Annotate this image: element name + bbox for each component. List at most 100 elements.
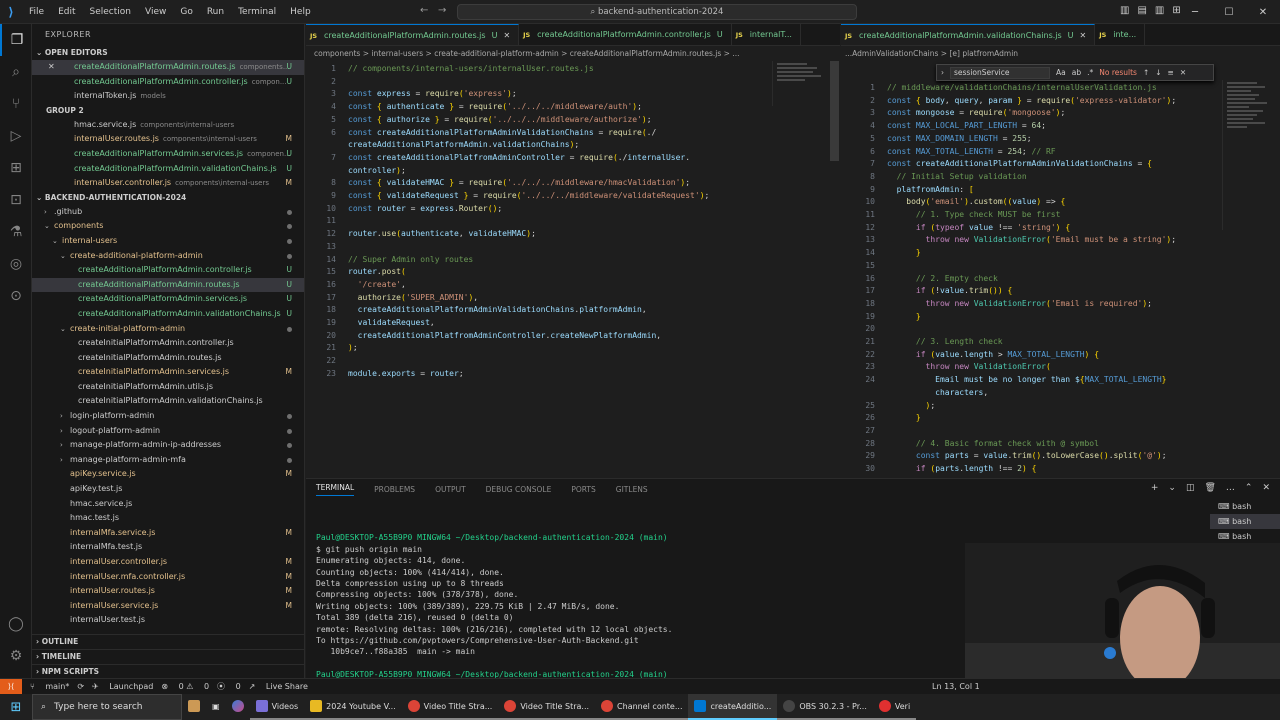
- ports-status[interactable]: ⦿ 0: [217, 681, 241, 692]
- taskbar-chrome-2[interactable]: Video Title Stra...: [498, 694, 596, 720]
- nav-arrows[interactable]: ← →: [420, 5, 446, 16]
- close-window-icon[interactable]: ✕: [1246, 7, 1280, 18]
- remote-indicator-icon[interactable]: ⟩⟨: [0, 678, 22, 695]
- panel-tab[interactable]: TERMINAL: [316, 483, 355, 496]
- maximize-panel-icon[interactable]: ⌃: [1245, 483, 1253, 493]
- find-widget[interactable]: › sessionService Aa ab .* No results ↑ ↓…: [936, 64, 1214, 81]
- docker-icon[interactable]: ⊙: [0, 280, 32, 312]
- file-item[interactable]: internalMfa.service.js M: [32, 526, 304, 541]
- taskbar-copilot-icon[interactable]: [226, 694, 250, 720]
- taskbar-widget-icon[interactable]: [182, 694, 206, 720]
- menu-run[interactable]: Run: [200, 7, 231, 17]
- taskbar-vscode[interactable]: createAdditio...: [688, 694, 778, 720]
- file-item[interactable]: createAdditionalPlatformAdmin.validation…: [32, 307, 304, 322]
- open-editor-item[interactable]: internalToken.js models: [32, 89, 304, 104]
- code-editor-right[interactable]: 1 // middleware/validationChains/internal…: [845, 80, 1220, 476]
- npm-scripts-section[interactable]: › NPM SCRIPTS: [32, 664, 304, 678]
- menu-selection[interactable]: Selection: [83, 7, 138, 17]
- minimize-icon[interactable]: ─: [1178, 7, 1212, 18]
- terminal-instance[interactable]: ⌨ bash: [1210, 514, 1280, 529]
- folder-item[interactable]: › login-platform-admin: [32, 409, 304, 424]
- file-item[interactable]: createInitialPlatformAdmin.validationCha…: [32, 394, 304, 409]
- trash-icon[interactable]: 🗑: [1204, 483, 1215, 493]
- whole-word-icon[interactable]: ab: [1072, 68, 1081, 77]
- testing-icon[interactable]: ⚗: [0, 216, 32, 248]
- code-editor-left[interactable]: 1 // components/internal-users/internalUs…: [306, 61, 828, 476]
- file-item[interactable]: internalUser.routes.js M: [32, 584, 304, 599]
- file-item[interactable]: apiKey.test.js: [32, 482, 304, 497]
- split-terminal-icon[interactable]: ◫: [1186, 483, 1195, 493]
- menu-help[interactable]: Help: [283, 7, 318, 17]
- panel-tab[interactable]: GITLENS: [616, 485, 648, 494]
- launchpad-status[interactable]: ✈ Launchpad: [92, 682, 153, 691]
- problems-status[interactable]: ⊗ 0 ⚠ 0: [161, 682, 209, 691]
- open-editor-item[interactable]: createAdditionalPlatformAdmin.validation…: [32, 162, 304, 177]
- file-item[interactable]: internalUser.service.js M: [32, 599, 304, 614]
- sync-icon[interactable]: ⟳: [77, 682, 84, 691]
- close-panel-icon[interactable]: ✕: [1262, 483, 1270, 493]
- file-item[interactable]: createAdditionalPlatformAdmin.controller…: [32, 263, 304, 278]
- taskbar-obs[interactable]: OBS 30.2.3 - Pr...: [777, 694, 873, 720]
- arrow-down-icon[interactable]: ↓: [1155, 68, 1161, 77]
- editor-tab[interactable]: JS inte...: [1095, 24, 1146, 45]
- run-debug-icon[interactable]: ▷: [0, 120, 32, 152]
- folder-item[interactable]: › manage-platform-admin-ip-addresses: [32, 438, 304, 453]
- file-item[interactable]: createInitialPlatformAdmin.controller.js: [32, 336, 304, 351]
- find-input[interactable]: sessionService: [950, 66, 1050, 79]
- command-center[interactable]: ⌕ backend-authentication-2024: [457, 4, 857, 20]
- back-arrow-icon[interactable]: ←: [420, 5, 428, 16]
- task-view-icon[interactable]: ▣: [206, 694, 226, 720]
- regex-icon[interactable]: .*: [1087, 68, 1093, 77]
- menu-edit[interactable]: Edit: [51, 7, 82, 17]
- live-share-status[interactable]: ↗ Live Share: [249, 682, 308, 691]
- editor-tab[interactable]: JS createAdditionalPlatformAdmin.controll…: [519, 24, 732, 45]
- open-editor-item[interactable]: internalUser.routes.js components\interna…: [32, 132, 304, 147]
- file-item[interactable]: hmac.test.js: [32, 511, 304, 526]
- toggle-sidebar-icon[interactable]: ▥: [1120, 5, 1129, 16]
- close-icon[interactable]: ✕: [1080, 31, 1087, 40]
- editor-tab[interactable]: JS createAdditionalPlatformAdmin.routes.j…: [306, 24, 520, 45]
- editor-tab[interactable]: JS internalT...: [732, 24, 801, 45]
- panel-tab[interactable]: PROBLEMS: [374, 485, 415, 494]
- windows-start-icon[interactable]: ⊞: [0, 700, 32, 715]
- more-icon[interactable]: …: [1226, 483, 1235, 493]
- window-controls[interactable]: ─ ☐ ✕: [1178, 0, 1280, 24]
- menu-icon[interactable]: ≡: [1168, 68, 1174, 77]
- extensions-icon[interactable]: ⊞: [0, 152, 32, 184]
- open-editor-item[interactable]: createAdditionalPlatformAdmin.controller…: [32, 75, 304, 90]
- panel-tab[interactable]: DEBUG CONSOLE: [486, 485, 552, 494]
- open-editor-item[interactable]: internalUser.controller.js components\int…: [32, 176, 304, 191]
- folder-item[interactable]: › manage-platform-admin-mfa: [32, 453, 304, 468]
- breadcrumb[interactable]: components > internal-users > create-add…: [314, 47, 834, 61]
- settings-gear-icon[interactable]: ⚙: [0, 640, 32, 672]
- gitlens-icon[interactable]: ◎: [0, 248, 32, 280]
- menu-file[interactable]: File: [22, 7, 51, 17]
- terminal-instance[interactable]: ⌨ bash: [1210, 529, 1280, 544]
- file-item[interactable]: internalMfa.test.js: [32, 540, 304, 555]
- open-editors-section[interactable]: ⌄ OPEN EDITORS: [32, 46, 304, 60]
- taskbar-chrome-3[interactable]: Channel conte...: [595, 694, 689, 720]
- toggle-panel-icon[interactable]: ▤: [1137, 5, 1146, 16]
- folder-item[interactable]: ⌄ create-additional-platform-admin: [32, 249, 304, 264]
- file-item[interactable]: internalUser.test.js: [32, 613, 304, 628]
- outline-section[interactable]: › OUTLINE: [32, 634, 304, 648]
- menu-go[interactable]: Go: [173, 7, 199, 17]
- menu-view[interactable]: View: [138, 7, 173, 17]
- file-item[interactable]: createInitialPlatformAdmin.utils.js: [32, 380, 304, 395]
- editor-tab[interactable]: JS createAdditionalPlatformAdmin.validati…: [841, 24, 1096, 45]
- file-item[interactable]: internalUser.controller.js M: [32, 555, 304, 570]
- folder-item[interactable]: ⌄ internal-users: [32, 234, 304, 249]
- terminal-output[interactable]: Paul@DESKTOP-A55B9P0 MINGW64 ~/Desktop/b…: [316, 521, 956, 692]
- file-item[interactable]: createAdditionalPlatformAdmin.routes.js U: [32, 277, 304, 293]
- match-case-icon[interactable]: Aa: [1056, 68, 1066, 77]
- terminal-instance[interactable]: ⌨ bash: [1210, 499, 1280, 514]
- file-item[interactable]: hmac.service.js: [32, 497, 304, 512]
- maximize-icon[interactable]: ☐: [1212, 7, 1246, 18]
- taskbar-veri[interactable]: Veri: [872, 694, 917, 720]
- new-terminal-icon[interactable]: +: [1151, 483, 1159, 493]
- folder-item[interactable]: ⌄ create-initial-platform-admin: [32, 322, 304, 337]
- close-icon[interactable]: ✕: [48, 60, 55, 75]
- toggle-secondary-sidebar-icon[interactable]: ▥: [1155, 5, 1164, 16]
- timeline-section[interactable]: › TIMELINE: [32, 649, 304, 663]
- cursor-position[interactable]: Ln 13, Col 1: [932, 682, 980, 691]
